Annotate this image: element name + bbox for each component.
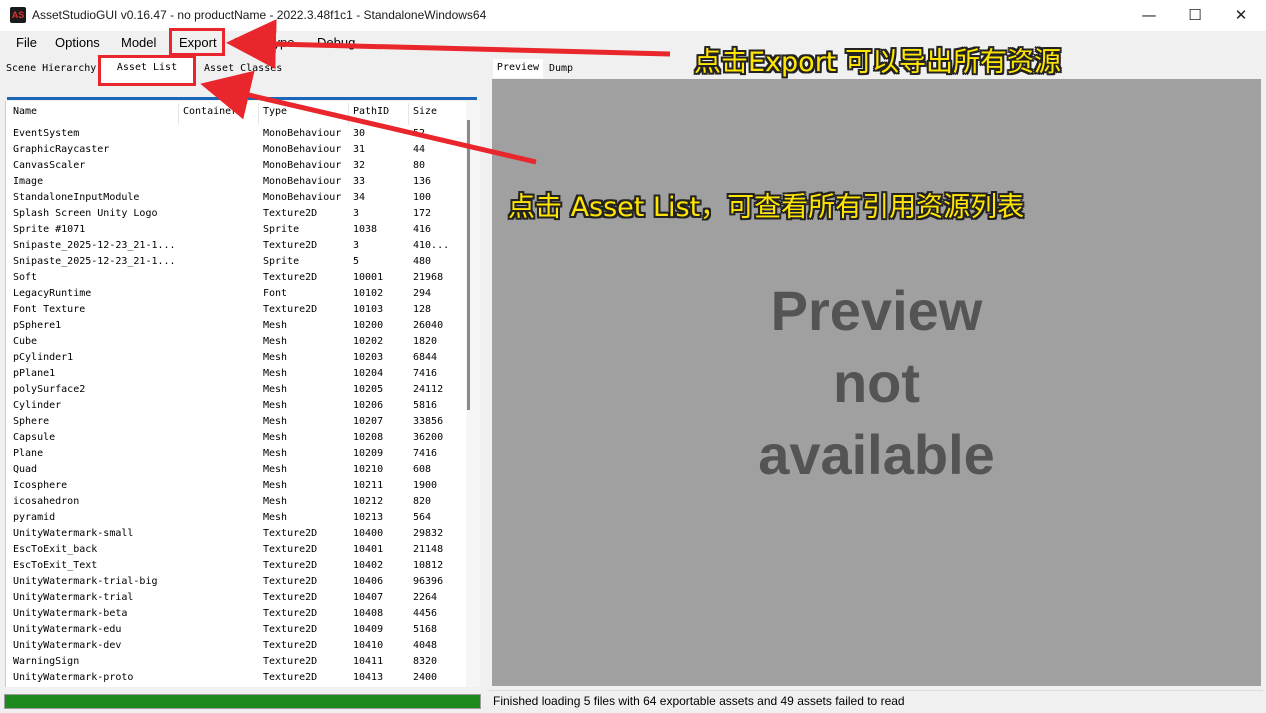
annotation-arrows (200, 19, 671, 165)
asset-list-arrow (200, 70, 537, 165)
asset-list-annotation: 点击 Asset List，可查看所有引用资源列表 (508, 192, 1025, 223)
export-annotation: 点击Export 可以导出所有资源 (694, 47, 1061, 78)
export-arrow (226, 19, 671, 70)
